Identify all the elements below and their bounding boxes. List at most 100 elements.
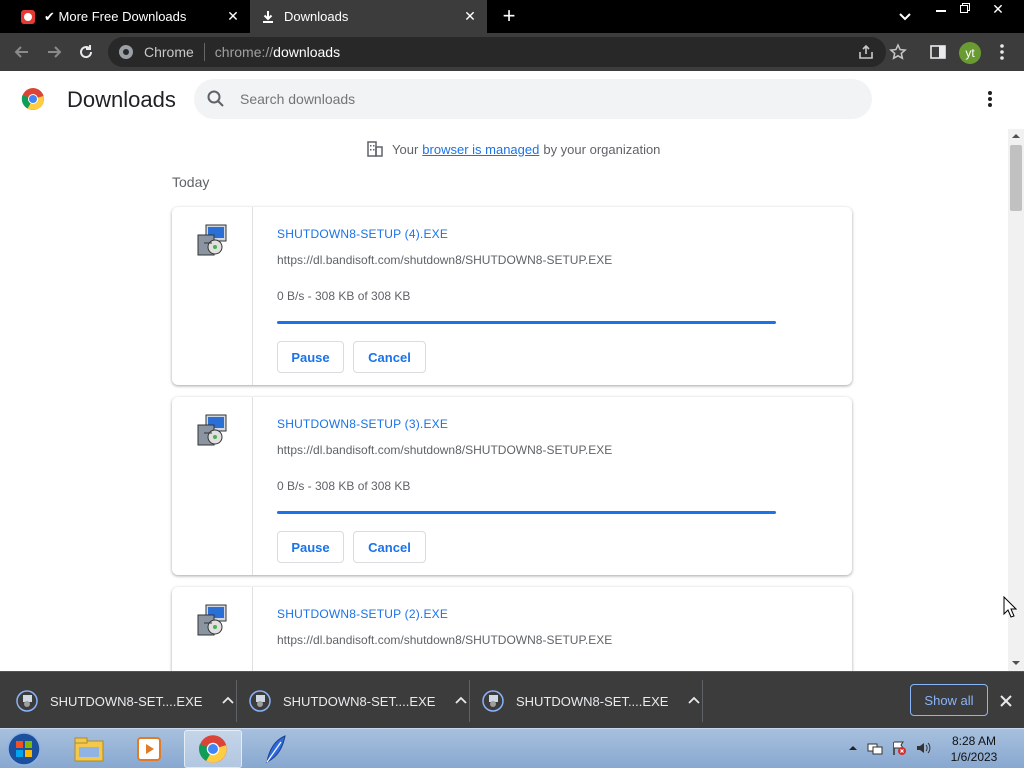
- url-host: downloads: [273, 44, 341, 60]
- downloads-list-area: Your browser is managed by your organiza…: [0, 129, 1008, 671]
- shelf-download-item[interactable]: SHUTDOWN8-SET....EXE: [249, 684, 469, 718]
- new-tab-button[interactable]: +: [498, 5, 520, 27]
- scroll-down-arrow-icon[interactable]: [1012, 659, 1020, 667]
- pause-button[interactable]: Pause: [277, 531, 344, 563]
- shelf-file-name: SHUTDOWN8-SET....EXE: [50, 693, 203, 709]
- clock-time: 8:28 AM: [951, 734, 997, 748]
- browser-menu-icon[interactable]: [990, 40, 1014, 64]
- windows-taskbar: 8:28 AM 1/6/2023: [0, 728, 1024, 768]
- minimize-button[interactable]: [928, 0, 954, 18]
- bookmark-star-icon[interactable]: [886, 40, 910, 64]
- download-card: SHUTDOWN8-SETUP (4).EXE https://dl.bandi…: [172, 207, 852, 385]
- tab-title: Downloads: [284, 9, 349, 24]
- downloads-header: Downloads: [0, 71, 1024, 129]
- share-icon[interactable]: [854, 40, 878, 64]
- file-name-link[interactable]: SHUTDOWN8-SETUP (2).EXE: [277, 607, 448, 621]
- file-name-link[interactable]: SHUTDOWN8-SETUP (3).EXE: [277, 417, 448, 431]
- shelf-download-item[interactable]: SHUTDOWN8-SET....EXE: [482, 684, 702, 718]
- file-icon-column: [172, 207, 253, 385]
- chevron-up-icon[interactable]: [453, 693, 469, 709]
- managed-notice: Your browser is managed by your organiza…: [366, 140, 660, 158]
- network-icon[interactable]: [866, 739, 884, 757]
- chevron-up-icon[interactable]: [686, 693, 702, 709]
- browser-toolbar: Chrome chrome:// downloads yt: [0, 33, 1024, 71]
- cancel-button[interactable]: Cancel: [353, 341, 426, 373]
- installer-file-icon: [249, 690, 271, 712]
- installer-file-icon: [16, 690, 38, 712]
- shelf-divider: [236, 680, 237, 722]
- close-window-button[interactable]: ✕: [985, 0, 1011, 18]
- site-favicon-icon: [20, 9, 36, 25]
- clock-date: 1/6/2023: [950, 750, 998, 764]
- installer-file-icon: [196, 413, 230, 447]
- tab-title: ✔ More Free Downloads: [44, 8, 187, 24]
- page-title: Downloads: [67, 87, 176, 112]
- action-center-warning-icon[interactable]: [890, 739, 908, 757]
- forward-button[interactable]: [42, 40, 66, 64]
- site-label: Chrome: [144, 44, 194, 60]
- page-scrollbar[interactable]: [1008, 129, 1024, 671]
- address-bar[interactable]: Chrome chrome:// downloads: [108, 37, 886, 67]
- start-button[interactable]: [2, 730, 46, 768]
- search-icon: [207, 90, 224, 107]
- cancel-button[interactable]: Cancel: [353, 531, 426, 563]
- managed-prefix: Your: [392, 141, 419, 157]
- shelf-divider: [702, 680, 703, 722]
- tab-close-icon[interactable]: ✕: [459, 6, 481, 28]
- file-icon-column: [172, 587, 253, 671]
- download-status: 0 B/s - 308 KB of 308 KB: [277, 289, 411, 303]
- scroll-up-arrow-icon[interactable]: [1012, 132, 1020, 140]
- file-icon-column: [172, 397, 253, 575]
- tab-close-icon[interactable]: ✕: [222, 6, 244, 28]
- chrome-taskbar-icon[interactable]: [184, 730, 242, 768]
- download-card: SHUTDOWN8-SETUP (2).EXE https://dl.bandi…: [172, 587, 852, 671]
- profile-avatar[interactable]: yt: [959, 42, 981, 64]
- feather-app-taskbar-icon[interactable]: [246, 730, 304, 768]
- file-url[interactable]: https://dl.bandisoft.com/shutdown8/SHUTD…: [277, 443, 612, 457]
- volume-icon[interactable]: [914, 739, 932, 757]
- omnibox-separator: [203, 43, 205, 61]
- tab-strip: ✔ More Free Downloads ✕ Downloads ✕ + ✕: [0, 0, 1024, 33]
- progress-bar: [277, 511, 776, 514]
- system-clock[interactable]: 8:28 AM 1/6/2023: [932, 733, 1016, 765]
- download-shelf: SHUTDOWN8-SET....EXE SHUTDOWN8-SET....EX…: [0, 671, 1024, 728]
- page-menu-icon[interactable]: [980, 89, 1000, 109]
- installer-file-icon: [196, 603, 230, 637]
- search-box[interactable]: [194, 79, 872, 119]
- download-card: SHUTDOWN8-SETUP (3).EXE https://dl.bandi…: [172, 397, 852, 575]
- close-shelf-icon[interactable]: [996, 691, 1016, 711]
- building-icon: [367, 141, 383, 157]
- chrome-logo-icon: [21, 87, 45, 111]
- date-section-label: Today: [172, 174, 210, 190]
- progress-bar: [277, 321, 776, 324]
- chrome-site-icon: [119, 45, 133, 59]
- managed-suffix: by your organization: [543, 141, 661, 157]
- shelf-download-item[interactable]: SHUTDOWN8-SET....EXE: [16, 684, 236, 718]
- scrollbar-thumb[interactable]: [1010, 145, 1022, 211]
- file-explorer-taskbar-icon[interactable]: [60, 730, 118, 768]
- file-name-link[interactable]: SHUTDOWN8-SETUP (4).EXE: [277, 227, 448, 241]
- restore-button[interactable]: [952, 0, 978, 18]
- tab-downloads[interactable]: Downloads ✕: [250, 0, 487, 33]
- show-hidden-icons-icon[interactable]: [844, 739, 862, 757]
- shelf-divider: [469, 680, 470, 722]
- installer-file-icon: [482, 690, 504, 712]
- search-input[interactable]: [238, 90, 838, 108]
- pause-button[interactable]: Pause: [277, 341, 344, 373]
- url-scheme: chrome://: [214, 44, 274, 60]
- media-player-taskbar-icon[interactable]: [120, 730, 178, 768]
- side-panel-icon[interactable]: [926, 40, 950, 64]
- download-status: 0 B/s - 308 KB of 308 KB: [277, 479, 411, 493]
- tab-search-chevron-icon[interactable]: [895, 7, 915, 27]
- chevron-up-icon[interactable]: [220, 693, 236, 709]
- tab-more-free-downloads[interactable]: ✔ More Free Downloads ✕: [10, 0, 250, 33]
- shelf-file-name: SHUTDOWN8-SET....EXE: [283, 693, 436, 709]
- show-all-button[interactable]: Show all: [910, 684, 988, 716]
- browser-managed-link[interactable]: browser is managed: [422, 142, 539, 157]
- file-url[interactable]: https://dl.bandisoft.com/shutdown8/SHUTD…: [277, 633, 612, 647]
- mouse-cursor-icon: [1003, 596, 1017, 618]
- back-button[interactable]: [10, 40, 34, 64]
- reload-button[interactable]: [74, 40, 98, 64]
- download-icon: [260, 9, 276, 25]
- file-url[interactable]: https://dl.bandisoft.com/shutdown8/SHUTD…: [277, 253, 612, 267]
